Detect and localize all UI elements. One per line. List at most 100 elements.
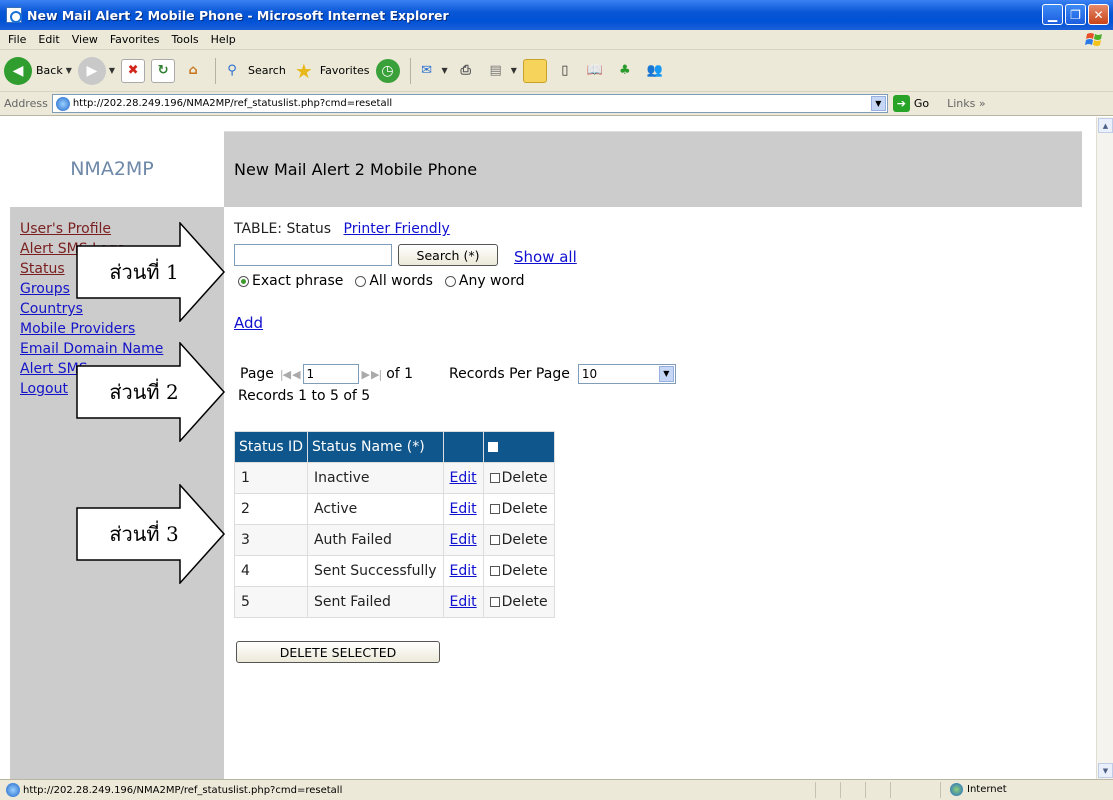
delete-label: Delete [501,532,548,548]
edit-link[interactable]: Edit [450,501,477,517]
address-url[interactable]: http://202.28.249.196/NMA2MP/ref_statusl… [73,98,392,109]
stop-button[interactable]: ✖ [121,58,146,83]
delete-label: Delete [501,470,548,486]
header-select-all[interactable] [482,431,555,463]
chevron-down-icon[interactable]: ▼ [66,66,72,75]
chevron-down-icon[interactable]: ▼ [511,66,517,75]
globe-icon [950,783,963,796]
edit-link[interactable]: Edit [450,470,477,486]
restore-button[interactable]: ❐ [1065,4,1086,25]
close-button[interactable]: ✕ [1088,4,1109,25]
delete-checkbox[interactable] [489,504,500,514]
add-link[interactable]: Add [234,314,263,332]
radio-dot-icon [444,275,456,287]
chevron-down-icon[interactable]: ▼ [870,96,886,111]
menu-tools[interactable]: Tools [166,33,205,46]
contacts-button[interactable]: 👥 [643,59,667,83]
address-input[interactable]: http://202.28.249.196/NMA2MP/ref_statusl… [51,94,888,113]
chevron-down-icon[interactable]: ▼ [658,366,674,382]
table-row: 4 Sent Successfully Edit Delete [234,555,555,587]
search-input[interactable] [234,244,392,266]
ie-page-icon [6,7,22,23]
go-button[interactable]: ➔ Go [892,95,929,112]
device-button[interactable]: ▯ [553,59,577,83]
delete-selected-button[interactable]: DELETE SELECTED [236,641,440,663]
radio-all-words[interactable]: All words [355,273,433,289]
sidebar-item-mobile-providers[interactable]: Mobile Providers [20,319,224,339]
favorites-toolbar-button[interactable]: ★ Favorites [292,59,370,83]
status-divider [840,782,841,798]
last-page-icon[interactable]: ▶| [371,368,382,381]
header-status-name[interactable]: Status Name (*) [306,431,444,463]
chevron-down-icon[interactable]: ▼ [109,66,115,75]
mail-button[interactable]: ✉ ▼ [415,59,448,83]
links-button[interactable]: Links » [947,97,986,110]
edit-link[interactable]: Edit [450,563,477,579]
status-table: Status ID Status Name (*) 1 Inactive Edi… [234,431,555,618]
status-bar: http://202.28.249.196/NMA2MP/ref_statusl… [0,779,1113,800]
next-page-icon[interactable]: ▶ [362,368,371,381]
menu-help[interactable]: Help [205,33,242,46]
prev-page-icon[interactable]: ◀ [292,368,301,381]
edit-link[interactable]: Edit [450,594,477,610]
cell-status-name: Inactive [306,462,444,494]
messenger-button[interactable]: ♣ [613,59,637,83]
research-button[interactable]: 📖 [583,59,607,83]
phone-icon: ▯ [561,63,569,78]
delete-label: Delete [501,594,548,610]
sort-status-name-link[interactable]: Status Name (*) [312,439,425,455]
delete-checkbox[interactable] [489,473,500,483]
scroll-up-icon[interactable]: ▲ [1098,118,1113,133]
main-form-area: Search (*) Show all Exact phrase All wor… [234,117,1082,779]
records-per-page-select[interactable]: 10 ▼ [577,364,676,384]
go-arrow-icon: ➔ [892,95,910,112]
show-all-link[interactable]: Show all [514,248,577,266]
edit-page-icon: ▤ [489,63,502,78]
table-row: 3 Auth Failed Edit Delete [234,524,555,556]
edit-button[interactable]: ▤ ▼ [484,59,517,83]
search-button[interactable]: Search (*) [398,244,498,266]
sort-status-id-link[interactable]: Status ID [239,439,303,455]
cell-edit: Edit [442,462,484,494]
refresh-button[interactable]: ↻ [151,58,176,83]
forward-button[interactable]: ▶ ▼ [77,56,115,85]
search-toolbar-button[interactable]: ⚲ Search [220,59,286,83]
search-mode-radios: Exact phrase All words Any word [238,273,524,289]
chevron-down-icon[interactable]: ▼ [442,66,448,75]
menu-edit[interactable]: Edit [32,33,65,46]
cell-status-id: 3 [234,524,308,556]
cell-status-name: Sent Successfully [306,555,444,587]
ie-toolbar: ◀ Back ▼ ▶ ▼ ✖ ↻ ⌂ ⚲ Search ★ Favorites … [0,50,1113,92]
menu-file[interactable]: File [2,33,32,46]
folder-button[interactable] [522,58,547,83]
menu-view[interactable]: View [66,33,104,46]
window-title-bar[interactable]: New Mail Alert 2 Mobile Phone - Microsof… [0,0,1113,30]
vertical-scrollbar[interactable]: ▲ ▼ [1096,117,1113,779]
history-button[interactable]: ◷ [375,58,400,83]
delete-checkbox[interactable] [489,535,500,545]
windows-flag-icon [1085,33,1102,46]
back-button[interactable]: ◀ Back ▼ [4,56,72,85]
header-status-id[interactable]: Status ID [234,431,308,463]
select-all-checkbox[interactable] [487,442,498,452]
menu-favorites[interactable]: Favorites [104,33,166,46]
cell-edit: Edit [442,586,484,618]
forward-arrow-icon: ▶ [77,56,106,85]
radio-exact-phrase[interactable]: Exact phrase [238,273,343,289]
cell-status-name: Active [306,493,444,525]
print-button[interactable]: ⎙ [454,59,478,83]
folder-icon [522,58,547,83]
home-button[interactable]: ⌂ [181,59,205,83]
records-count: Records 1 to 5 of 5 [238,388,371,404]
edit-link[interactable]: Edit [450,532,477,548]
page-number-input[interactable]: 1 [302,364,359,384]
delete-checkbox[interactable] [489,597,500,607]
first-page-icon[interactable]: |◀ [280,368,291,381]
delete-checkbox[interactable] [489,566,500,576]
minimize-button[interactable]: ▁ [1042,4,1063,25]
status-divider [940,782,941,798]
scroll-down-icon[interactable]: ▼ [1098,763,1113,778]
header-edit [442,431,484,463]
messenger-icon: ♣ [619,63,631,78]
radio-any-word[interactable]: Any word [444,273,524,289]
